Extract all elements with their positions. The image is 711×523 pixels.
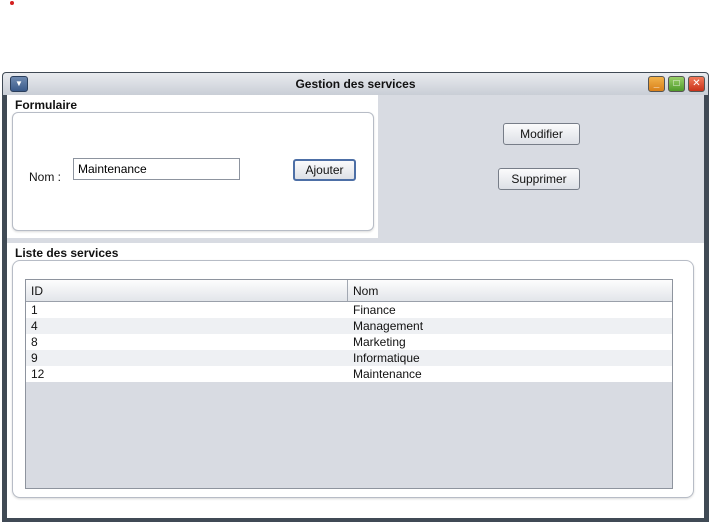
table-row[interactable]: 4 Management	[26, 318, 672, 334]
services-table[interactable]: ID Nom 1 Finance 4 Management 8 Marketin…	[25, 279, 673, 489]
table-row[interactable]: 9 Informatique	[26, 350, 672, 366]
cell-nom: Informatique	[353, 351, 420, 365]
red-dot-marker	[10, 1, 14, 5]
maximize-button[interactable]: □	[668, 76, 685, 92]
window-content: Formulaire Nom : Ajouter Modifier Suppri…	[7, 95, 704, 518]
window-title: Gestion des services	[295, 77, 416, 91]
cell-id: 9	[31, 351, 38, 365]
form-panel: Formulaire Nom : Ajouter	[7, 95, 378, 238]
minimize-button[interactable]: _	[648, 76, 665, 92]
column-header-nom[interactable]: Nom	[348, 280, 672, 301]
column-header-id[interactable]: ID	[26, 280, 348, 301]
table-row[interactable]: 1 Finance	[26, 302, 672, 318]
table-row[interactable]: 12 Maintenance	[26, 366, 672, 382]
table-row[interactable]: 8 Marketing	[26, 334, 672, 350]
window-bottom-border	[2, 518, 709, 522]
add-button[interactable]: Ajouter	[293, 159, 356, 181]
modify-button[interactable]: Modifier	[503, 123, 580, 145]
cell-nom: Maintenance	[353, 367, 422, 381]
cell-id: 12	[31, 367, 45, 381]
nom-label: Nom :	[29, 170, 62, 184]
table-header: ID Nom	[26, 280, 672, 302]
nom-input[interactable]	[73, 158, 240, 180]
form-box: Nom : Ajouter	[12, 112, 374, 231]
cell-id: 1	[31, 303, 38, 317]
form-panel-title: Formulaire	[15, 98, 78, 112]
list-panel-title: Liste des services	[15, 246, 119, 260]
title-bar: ▼ Gestion des services _ □ ✕	[3, 73, 708, 95]
cell-nom: Marketing	[353, 335, 406, 349]
cell-nom: Management	[353, 319, 424, 333]
delete-button[interactable]: Supprimer	[498, 168, 580, 190]
list-panel: Liste des services ID Nom 1 Finance 4 Ma…	[7, 243, 704, 518]
cell-nom: Finance	[353, 303, 396, 317]
cell-id: 8	[31, 335, 38, 349]
cell-id: 4	[31, 319, 38, 333]
close-button[interactable]: ✕	[688, 76, 705, 92]
app-window: ▼ Gestion des services _ □ ✕ Formulaire …	[2, 72, 709, 522]
